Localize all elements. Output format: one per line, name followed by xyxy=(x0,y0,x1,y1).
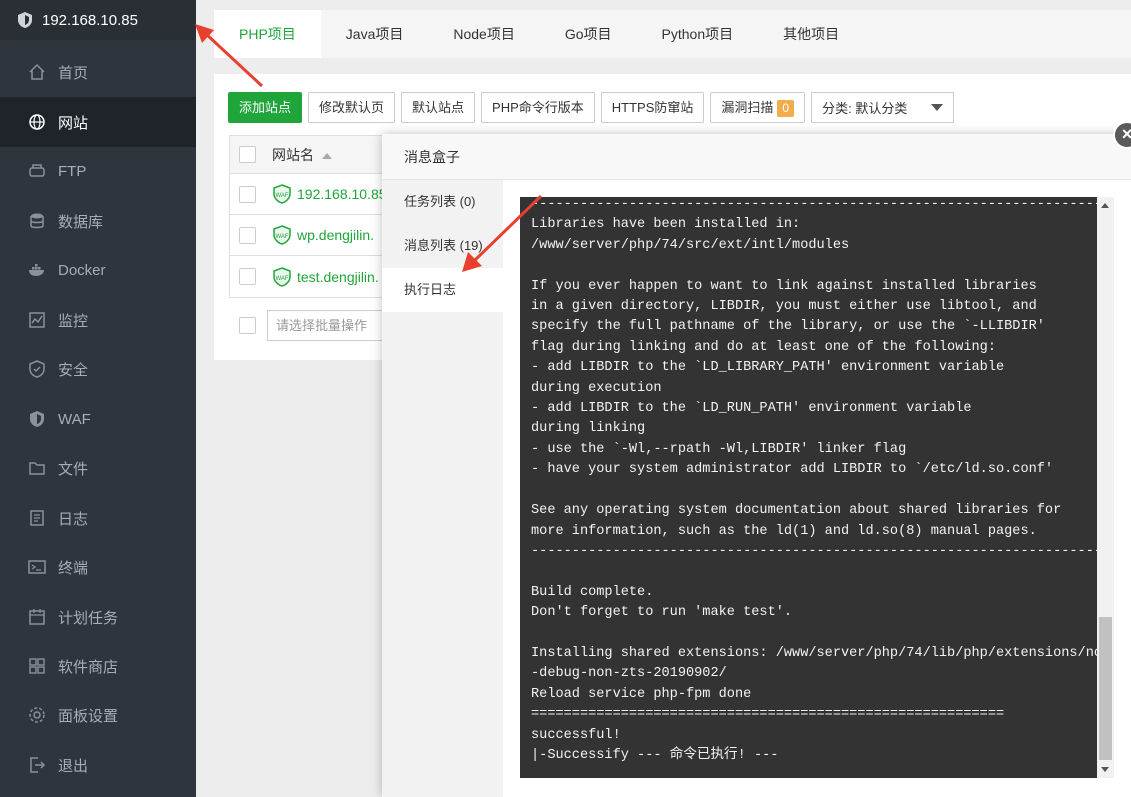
folder-icon xyxy=(28,459,46,477)
scroll-thumb[interactable] xyxy=(1099,617,1112,760)
terminal-icon xyxy=(28,558,46,576)
svg-text:WAF: WAF xyxy=(275,193,288,199)
sidebar-item-label: 软件商店 xyxy=(58,658,119,676)
sidebar-item-label: 网站 xyxy=(58,114,89,132)
sidebar-item-cron[interactable]: 计划任务 xyxy=(0,592,196,642)
sidebar-item-label: 监控 xyxy=(58,312,89,330)
sidebar-item-label: 终端 xyxy=(58,559,89,577)
column-header-name[interactable]: 网站名 xyxy=(272,145,332,165)
site-name: test.dengjilin. xyxy=(297,268,379,285)
gear-icon xyxy=(28,706,46,724)
sidebar-item-home[interactable]: 首页 xyxy=(0,47,196,97)
sidebar-item-terminal[interactable]: 终端 xyxy=(0,542,196,592)
sidebar-item-label: 文件 xyxy=(58,460,89,478)
add-site-button[interactable]: 添加站点 xyxy=(228,92,303,123)
php-cli-version-button[interactable]: PHP命令行版本 xyxy=(481,92,595,123)
close-icon: × xyxy=(1121,124,1131,144)
sidebar-item-label: 日志 xyxy=(58,510,89,528)
sidebar-item-waf[interactable]: WAF xyxy=(0,394,196,444)
row-checkbox[interactable] xyxy=(239,185,256,203)
tab-python[interactable]: Python项目 xyxy=(637,10,759,58)
calendar-icon xyxy=(28,608,46,626)
waf-shield-icon: WAF xyxy=(273,225,291,245)
server-shield-icon xyxy=(18,12,32,28)
execution-log-output[interactable]: ----------------------------------------… xyxy=(520,197,1097,778)
sort-up-icon xyxy=(321,152,332,159)
toolbar: 添加站点 修改默认页 默认站点 PHP命令行版本 HTTPS防窜站 漏洞扫描 0 … xyxy=(228,92,955,123)
dialog-title: 消息盒子 xyxy=(382,134,1131,180)
sidebar-item-label: 面板设置 xyxy=(58,707,119,725)
site-name: 192.168.10.85 xyxy=(297,186,387,202)
message-box-dialog: 消息盒子 任务列表 (0) 消息列表 (19) 执行日志 -----------… xyxy=(382,134,1131,797)
sidebar-item-label: 退出 xyxy=(58,757,89,775)
home-icon xyxy=(28,63,46,81)
database-icon xyxy=(28,212,46,230)
sidebar-item-files[interactable]: 文件 xyxy=(0,443,196,493)
project-tabs: PHP项目 Java项目 Node项目 Go项目 Python项目 其他项目 xyxy=(214,10,1131,58)
logout-icon xyxy=(28,756,46,774)
sidebar-item-label: 首页 xyxy=(58,64,89,82)
sidebar-item-database[interactable]: 数据库 xyxy=(0,196,196,246)
sidebar-item-label: 数据库 xyxy=(58,213,104,231)
waf-shield-icon: WAF xyxy=(273,266,291,287)
site-name: wp.dengjilin. xyxy=(297,227,375,243)
batch-checkbox[interactable] xyxy=(239,317,256,334)
log-icon xyxy=(28,509,46,527)
sidebar-item-monitor[interactable]: 监控 xyxy=(0,295,196,345)
site-link[interactable]: WAF wp.dengjilin. xyxy=(272,225,374,245)
row-checkbox[interactable] xyxy=(239,226,256,244)
waf-shield-icon: WAF xyxy=(273,184,291,204)
tab-task-list[interactable]: 任务列表 (0) xyxy=(382,180,503,224)
site-link[interactable]: WAF test.dengjilin. xyxy=(272,266,379,287)
tab-message-list[interactable]: 消息列表 (19) xyxy=(382,224,503,268)
ftp-icon xyxy=(28,162,46,180)
globe-icon xyxy=(28,113,46,131)
sidebar-header: 192.168.10.85 xyxy=(0,0,196,40)
sidebar-item-label: 安全 xyxy=(58,361,89,379)
scroll-down-icon[interactable] xyxy=(1101,767,1109,772)
category-select-value: 分类: 默认分类 xyxy=(822,101,908,116)
site-link[interactable]: WAF 192.168.10.85 xyxy=(272,184,387,204)
category-select[interactable]: 分类: 默认分类 xyxy=(811,92,955,123)
sidebar-item-website[interactable]: 网站 xyxy=(0,97,196,147)
tab-execution-log[interactable]: 执行日志 xyxy=(382,268,503,312)
tab-java[interactable]: Java项目 xyxy=(321,10,429,58)
tab-node[interactable]: Node项目 xyxy=(428,10,539,58)
log-scrollbar[interactable] xyxy=(1097,197,1114,778)
sidebar-item-ftp[interactable]: FTP xyxy=(0,146,196,196)
tab-php[interactable]: PHP项目 xyxy=(214,10,321,58)
log-text: ----------------------------------------… xyxy=(531,197,1097,763)
tab-other[interactable]: 其他项目 xyxy=(758,10,864,58)
caret-down-icon xyxy=(931,104,944,111)
sidebar-item-security[interactable]: 安全 xyxy=(0,344,196,394)
tab-go[interactable]: Go项目 xyxy=(540,10,637,58)
row-checkbox[interactable] xyxy=(239,268,256,285)
sidebar-item-label: Docker xyxy=(58,261,106,279)
sidebar-item-label: FTP xyxy=(58,162,87,180)
scroll-up-icon[interactable] xyxy=(1101,203,1109,208)
shield-icon xyxy=(28,360,46,378)
https-guard-button[interactable]: HTTPS防窜站 xyxy=(600,92,705,123)
edit-default-page-button[interactable]: 修改默认页 xyxy=(308,92,396,123)
sidebar-item-logout[interactable]: 退出 xyxy=(0,740,196,790)
sidebar-item-settings[interactable]: 面板设置 xyxy=(0,690,196,740)
sidebar-item-logs[interactable]: 日志 xyxy=(0,493,196,543)
dialog-sidebar: 任务列表 (0) 消息列表 (19) 执行日志 xyxy=(382,180,503,797)
docker-icon xyxy=(28,261,46,279)
default-site-button[interactable]: 默认站点 xyxy=(401,92,476,123)
svg-text:WAF: WAF xyxy=(275,276,288,282)
vuln-scan-button[interactable]: 漏洞扫描 0 xyxy=(710,92,806,123)
vuln-count-badge: 0 xyxy=(777,100,795,117)
vuln-scan-label: 漏洞扫描 xyxy=(721,100,774,115)
sidebar-item-label: 计划任务 xyxy=(58,609,119,627)
waf-icon xyxy=(28,410,46,428)
sidebar-item-docker[interactable]: Docker xyxy=(0,245,196,295)
monitor-icon xyxy=(28,311,46,329)
svg-text:WAF: WAF xyxy=(275,234,288,240)
server-ip: 192.168.10.85 xyxy=(42,11,138,29)
apps-icon xyxy=(28,657,46,675)
sidebar-item-store[interactable]: 软件商店 xyxy=(0,641,196,691)
select-all-checkbox[interactable] xyxy=(239,146,256,163)
sidebar-item-label: WAF xyxy=(58,410,91,428)
